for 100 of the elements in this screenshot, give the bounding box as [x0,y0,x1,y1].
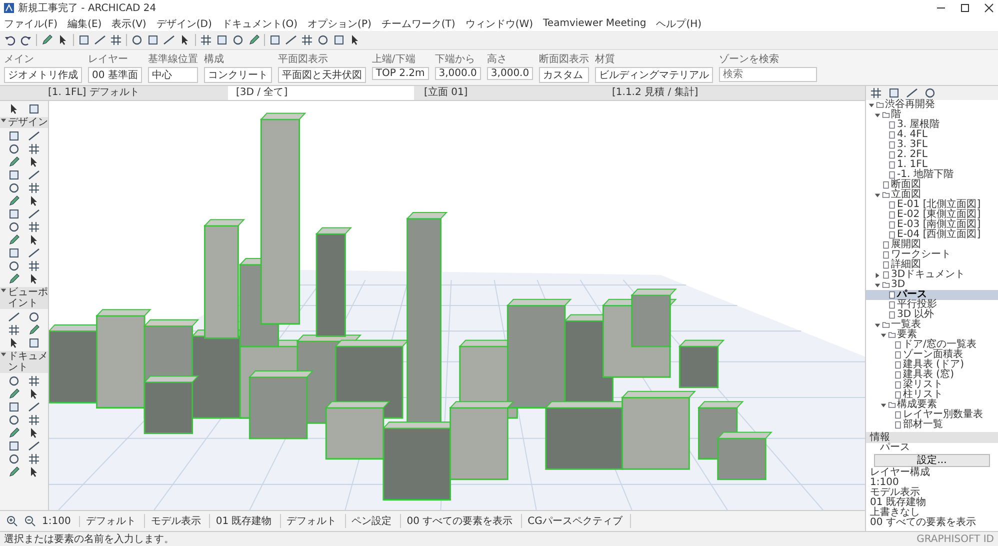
tree-item[interactable]: E-02 [東側立面図] [866,210,998,220]
toolbox-group-header[interactable]: ビューポイント [0,287,48,309]
tree-item[interactable]: 3Dドキュメント [866,270,998,280]
zoom-out-icon[interactable] [24,515,36,527]
line-icon[interactable] [28,401,40,413]
pencil-icon[interactable] [8,273,20,285]
grid-icon[interactable] [28,143,40,155]
circle-icon[interactable] [924,87,936,99]
rectangle-icon[interactable] [8,401,20,413]
settings-button[interactable]: 設定... [874,454,990,467]
tree-item[interactable]: 4. 4FL [866,130,998,140]
dropdown-field[interactable]: ビルディングマテリアル [595,67,714,83]
line-icon[interactable] [163,34,175,46]
cursor-icon[interactable] [57,34,69,46]
cursor-icon[interactable] [28,195,40,207]
circle-icon[interactable] [8,221,20,233]
caret-icon[interactable] [880,332,887,338]
line-icon[interactable] [28,208,40,220]
toolbox-group-header[interactable]: デザイン [0,117,48,128]
pencil-icon[interactable] [8,388,20,400]
rectangle-icon[interactable] [8,208,20,220]
dropdown-field[interactable]: 中心 [148,67,198,83]
tree-item[interactable]: ゾーン面積表 [866,350,998,360]
rectangle-icon[interactable] [8,130,20,142]
cursor-icon[interactable] [28,388,40,400]
tree-item[interactable]: 1. 1FL [866,160,998,170]
dropdown-field[interactable]: TOP 2.2m [372,67,429,80]
tree-item[interactable]: 建具表 (窓) [866,370,998,380]
menu-item[interactable]: ヘルプ(H) [656,16,702,30]
circle-icon[interactable] [232,34,244,46]
rectangle-icon[interactable] [28,103,40,115]
tree-item[interactable]: -1. 地階下階 [866,170,998,180]
tree-item[interactable]: 階 [866,110,998,120]
caret-icon[interactable] [0,287,7,294]
line-icon[interactable] [8,311,20,323]
cursor-icon[interactable] [28,427,40,439]
menu-item[interactable]: ウィンドウ(W) [465,16,534,30]
search-field[interactable]: 検索 [719,67,818,82]
grid-icon[interactable] [870,87,882,99]
pencil-icon[interactable] [8,195,20,207]
view-setting-item[interactable]: 上書きなし [866,508,998,518]
circle-icon[interactable] [8,143,20,155]
rectangle-icon[interactable] [8,169,20,181]
line-icon[interactable] [28,169,40,181]
circle-icon[interactable] [317,34,329,46]
dropdown-field[interactable]: ジオメトリ作成 [4,67,82,83]
maximize-icon[interactable] [960,3,970,13]
circle-icon[interactable] [131,34,143,46]
view-setting-dropdown[interactable]: ペン設定 [352,514,401,528]
tree-item[interactable]: 部材一覧 [866,420,998,430]
circle-icon[interactable] [8,375,20,387]
view-setting-item[interactable]: モデル表示 [866,488,998,498]
tree-item[interactable]: 平行投影 [866,300,998,310]
tree-item[interactable]: 立面図 [866,190,998,200]
view-setting-item[interactable]: 1:100 [866,478,998,488]
grid-icon[interactable] [200,34,212,46]
pencil-icon[interactable] [248,34,260,46]
redo-icon[interactable] [20,34,32,46]
grid-icon[interactable] [301,34,313,46]
rectangle-icon[interactable] [8,247,20,259]
grid-icon[interactable] [28,182,40,194]
menu-item[interactable]: デザイン(D) [156,16,212,30]
circle-icon[interactable] [8,414,20,426]
caret-icon[interactable] [874,192,881,198]
menu-item[interactable]: 編集(E) [68,16,102,30]
view-setting-dropdown[interactable]: 00 すべての要素を表示 [406,514,522,528]
circle-icon[interactable] [28,311,40,323]
cursor-icon[interactable] [179,34,191,46]
rectangle-icon[interactable] [8,440,20,452]
dropdown-field[interactable]: 3,000.0 [486,67,534,80]
tree-item[interactable]: 3. 3FL [866,140,998,150]
caret-icon[interactable] [0,351,7,358]
undo-icon[interactable] [4,34,16,46]
tree-item[interactable]: 3. 屋根階 [866,120,998,130]
menu-item[interactable]: ファイル(F) [4,16,58,30]
rectangle-icon[interactable] [269,34,281,46]
caret-icon[interactable] [880,402,887,408]
tree-item[interactable]: 断面図 [866,180,998,190]
dropdown-field[interactable]: 3,000.0 [434,67,481,80]
rectangle-icon[interactable] [78,34,90,46]
caret-icon[interactable] [874,272,881,278]
pencil-icon[interactable] [41,34,53,46]
menu-item[interactable]: Teamviewer Meeting [543,18,646,29]
circle-icon[interactable] [8,260,20,272]
view-setting-dropdown[interactable]: デフォルト [286,514,346,528]
grid-icon[interactable] [28,260,40,272]
grid-icon[interactable] [28,375,40,387]
view-setting-dropdown[interactable]: モデル表示 [150,514,210,528]
rectangle-icon[interactable] [333,34,345,46]
pencil-icon[interactable] [28,324,40,336]
dropdown-field[interactable]: 平面図と天井伏図 [278,67,366,83]
tree-item[interactable]: レイヤー別数量表 [866,410,998,420]
grid-icon[interactable] [28,221,40,233]
view-setting-item[interactable]: 01 既存建物 [866,498,998,508]
line-icon[interactable] [28,130,40,142]
circle-icon[interactable] [8,453,20,465]
view-setting-dropdown[interactable]: 01 既存建物 [216,514,281,528]
tree-item[interactable]: 3D [866,280,998,290]
tree-item[interactable]: E-03 [南側立面図] [866,220,998,230]
close-icon[interactable] [984,3,994,13]
